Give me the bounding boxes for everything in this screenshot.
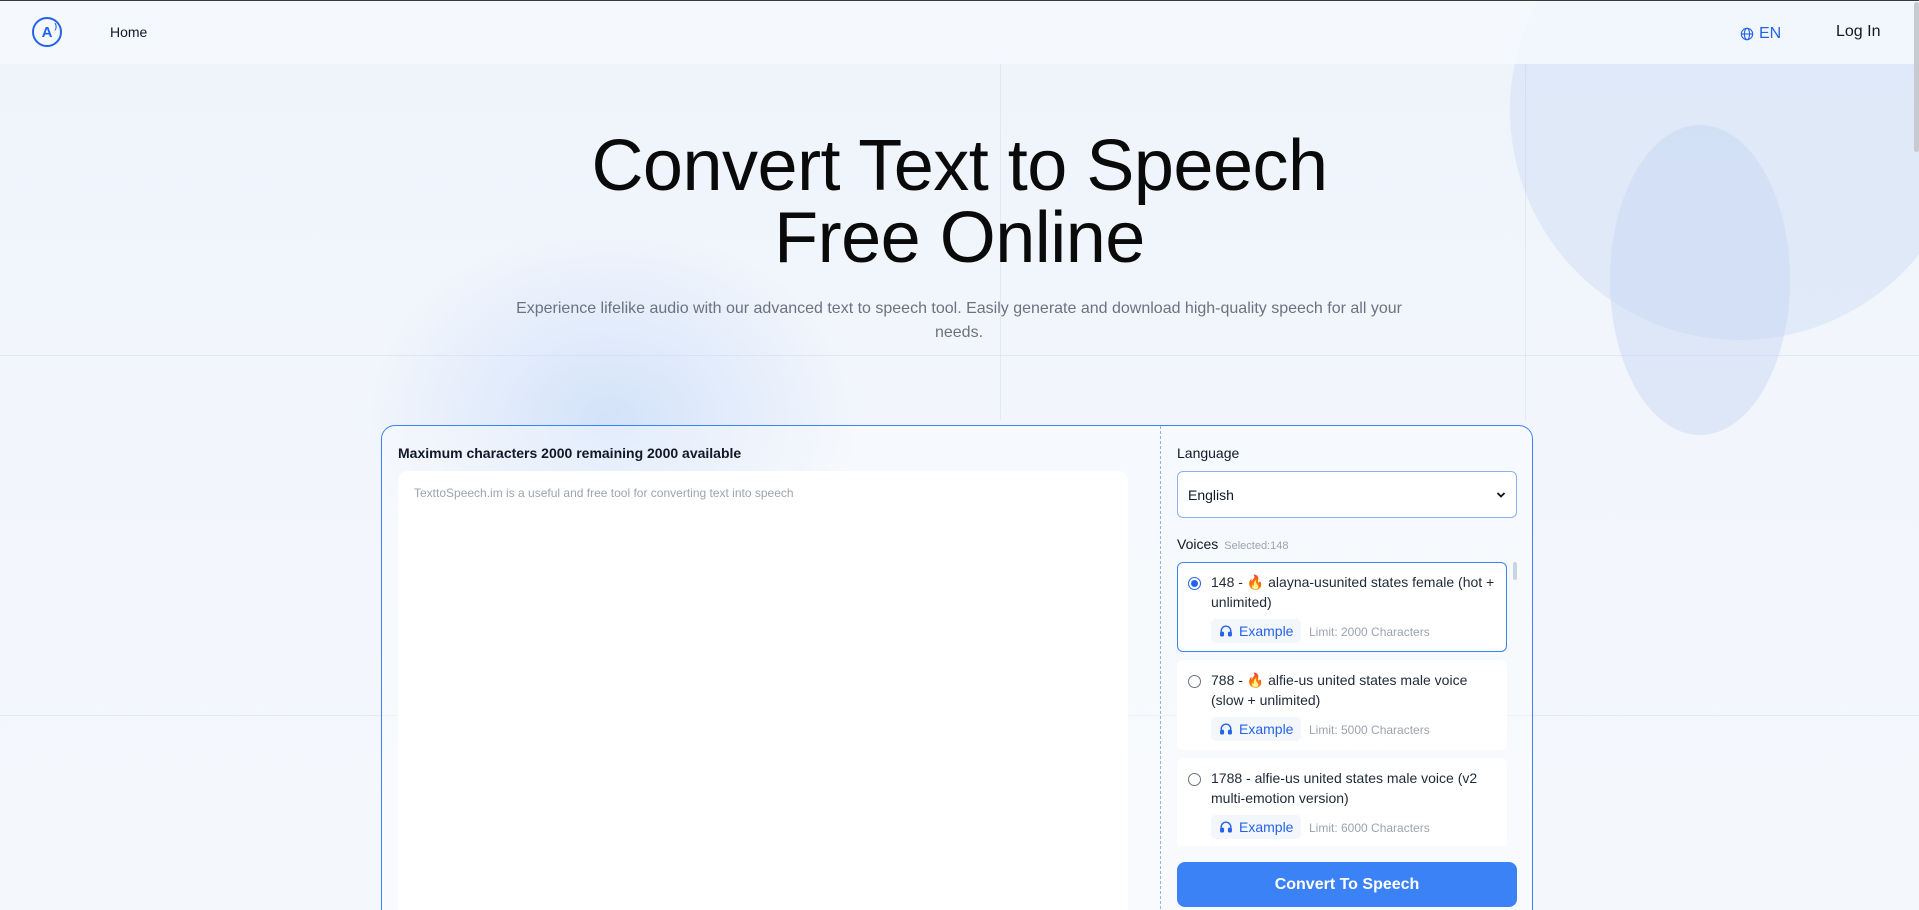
page-subtitle: Experience lifelike audio with our advan…: [516, 300, 1402, 341]
fire-icon: 🔥: [1246, 672, 1265, 688]
tts-card: Maximum characters 2000 remaining 2000 a…: [381, 425, 1533, 910]
page-title: Convert Text to Speech Free Online: [0, 130, 1919, 274]
example-label: Example: [1239, 721, 1294, 737]
example-label: Example: [1239, 623, 1294, 639]
globe-icon: [1740, 27, 1754, 41]
voices-label-text: Voices: [1177, 536, 1219, 552]
voice-id: 788 -: [1211, 672, 1247, 688]
voice-name: 788 - 🔥 alfie-us united states male voic…: [1211, 670, 1501, 710]
voice-option-148[interactable]: 148 - 🔥 alayna-usunited states female (h…: [1177, 562, 1507, 652]
voice-limit: Limit: 2000 Characters: [1309, 625, 1430, 639]
voice-list-scrollbar[interactable]: [1513, 562, 1517, 580]
character-count-info: Maximum characters 2000 remaining 2000 a…: [398, 445, 742, 461]
voice-name: 1788 - alfie-us united states male voice…: [1211, 768, 1501, 808]
voice-radio[interactable]: [1188, 773, 1201, 786]
voice-name: 148 - 🔥 alayna-usunited states female (h…: [1211, 572, 1501, 612]
top-navigation-bar: A) Home EN Log In: [0, 0, 1919, 64]
logo-icon[interactable]: A): [32, 17, 62, 47]
voice-id: 148 -: [1211, 574, 1247, 590]
language-switcher[interactable]: EN: [1740, 25, 1781, 43]
login-button[interactable]: Log In: [1836, 23, 1880, 41]
fire-icon: 🔥: [1246, 574, 1265, 590]
chevron-down-icon: [1496, 491, 1506, 498]
language-switcher-label: EN: [1759, 25, 1782, 42]
example-label: Example: [1239, 819, 1294, 835]
voices-selected-count: Selected:148: [1224, 540, 1289, 552]
voice-list[interactable]: 148 - 🔥 alayna-usunited states female (h…: [1177, 562, 1517, 846]
headset-icon: [1220, 625, 1232, 637]
page-scrollbar-thumb[interactable]: [1914, 2, 1919, 152]
text-input[interactable]: [398, 471, 1128, 910]
voice-limit: Limit: 6000 Characters: [1309, 821, 1430, 835]
page-title-line-1: Convert Text to Speech: [591, 126, 1328, 206]
voices-label: Voices Selected:148: [1177, 536, 1288, 552]
voice-option-788[interactable]: 788 - 🔥 alfie-us united states male voic…: [1177, 660, 1507, 750]
voice-option-1788[interactable]: 1788 - alfie-us united states male voice…: [1177, 758, 1507, 846]
nav-home-link[interactable]: Home: [110, 24, 147, 40]
example-button[interactable]: Example: [1211, 815, 1302, 839]
example-button[interactable]: Example: [1211, 717, 1302, 741]
language-select[interactable]: English: [1177, 471, 1517, 518]
voice-radio[interactable]: [1188, 675, 1201, 688]
card-divider: [1160, 426, 1161, 910]
language-label: Language: [1177, 445, 1240, 461]
voice-radio[interactable]: [1188, 577, 1201, 590]
page-scrollbar[interactable]: [1914, 0, 1919, 910]
headset-icon: [1220, 821, 1232, 833]
headset-icon: [1220, 723, 1232, 735]
voice-id: 1788 -: [1211, 770, 1255, 786]
convert-to-speech-button[interactable]: Convert To Speech: [1177, 862, 1517, 907]
language-select-value: English: [1188, 486, 1234, 503]
voice-limit: Limit: 5000 Characters: [1309, 723, 1430, 737]
example-button[interactable]: Example: [1211, 619, 1302, 643]
page-title-line-2: Free Online: [774, 198, 1145, 278]
